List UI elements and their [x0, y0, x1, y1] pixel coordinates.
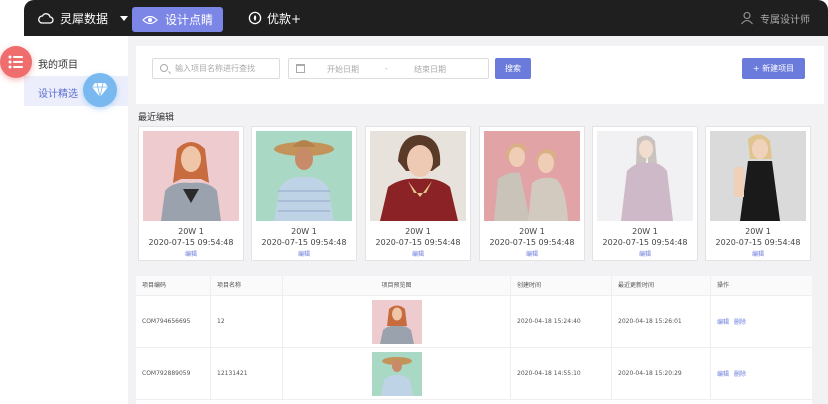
project-card[interactable]: 20W 1 2020-07-15 09:54:48 编辑 [592, 126, 698, 261]
search-toolbar: 输入项目名称进行查找 开始日期 - 结束日期 搜索 + 新建项目 [136, 46, 824, 104]
table-header: 项目预览图 [283, 276, 511, 296]
cell-actions: 编辑 删除 [711, 296, 812, 348]
project-thumbnail [484, 131, 580, 221]
project-card[interactable]: 20W 1 2020-07-15 09:54:48 编辑 [365, 126, 471, 261]
project-thumbnail [370, 131, 466, 221]
project-thumbnail [710, 131, 806, 221]
delete-link[interactable]: 删除 [734, 317, 746, 326]
tab-youkuan[interactable]: 优款+ [248, 0, 301, 36]
search-icon [160, 64, 168, 72]
edit-link[interactable]: 编辑 [717, 369, 729, 378]
table-header: 项目名称 [211, 276, 283, 296]
table-header: 创建时间 [511, 276, 612, 296]
sidebar-item-label: 设计精选 [38, 89, 78, 100]
preview-thumbnail[interactable] [371, 299, 422, 344]
chevron-down-icon [120, 15, 129, 21]
eye-icon [142, 15, 158, 24]
sidebar-item-my-projects[interactable]: 我的项目 [38, 56, 78, 71]
brand-label: 灵犀数据 [60, 11, 109, 26]
diamond-icon [92, 82, 108, 98]
start-date-field[interactable]: 开始日期 [327, 64, 359, 75]
card-edit-link[interactable]: 编辑 [366, 249, 470, 258]
card-date: 2020-07-15 09:54:48 [489, 238, 575, 247]
delete-link[interactable]: 删除 [734, 369, 746, 378]
search-input[interactable]: 输入项目名称进行查找 [152, 58, 280, 79]
project-thumbnail [597, 131, 693, 221]
card-title: 20W 1 [632, 227, 658, 236]
date-range-picker[interactable]: 开始日期 - 结束日期 [288, 58, 489, 79]
project-card[interactable]: 20W 1 2020-07-15 09:54:48 编辑 [479, 126, 585, 261]
recent-cards: 20W 1 2020-07-15 09:54:48 编辑 20W 1 2020-… [138, 126, 828, 261]
card-date: 2020-07-15 09:54:48 [261, 238, 347, 247]
cell-preview [283, 296, 511, 348]
tab-design-highlight[interactable]: 设计点睛 [132, 7, 223, 32]
card-edit-link[interactable]: 编辑 [593, 249, 697, 258]
card-title: 20W 1 [519, 227, 545, 236]
cell-preview [283, 348, 511, 400]
user-menu[interactable]: 专属设计师 [740, 0, 810, 36]
cell-updated: 2020-04-18 15:20:29 [612, 348, 711, 400]
project-card[interactable]: 20W 1 2020-07-15 09:54:48 编辑 [251, 126, 357, 261]
card-date: 2020-07-15 09:54:48 [375, 238, 461, 247]
date-separator: - [385, 64, 388, 73]
flame-icon [248, 11, 262, 25]
user-icon [741, 11, 753, 25]
cell-project-code: COM792889059 [136, 348, 211, 400]
sidebar-item-label: 我的项目 [38, 60, 78, 71]
card-title: 20W 1 [178, 227, 204, 236]
card-edit-link[interactable]: 编辑 [139, 249, 243, 258]
card-date: 2020-07-15 09:54:48 [148, 238, 234, 247]
card-title: 20W 1 [745, 227, 771, 236]
recent-edits-title: 最近编辑 [138, 113, 175, 123]
project-card[interactable]: 20W 1 2020-07-15 09:54:48 编辑 [138, 126, 244, 261]
main-content: 输入项目名称进行查找 开始日期 - 结束日期 搜索 + 新建项目 最近编辑 20… [128, 36, 828, 404]
cell-project-name: 12 [211, 296, 283, 348]
cell-created: 2020-04-18 14:55:10 [511, 348, 612, 400]
card-title: 20W 1 [405, 227, 431, 236]
card-edit-link[interactable]: 编辑 [706, 249, 810, 258]
edit-link[interactable]: 编辑 [717, 317, 729, 326]
cell-created: 2020-04-18 15:24:40 [511, 296, 612, 348]
search-button[interactable]: 搜索 [495, 58, 531, 79]
end-date-field[interactable]: 结束日期 [414, 64, 446, 75]
preview-thumbnail[interactable] [371, 351, 422, 396]
table-header: 操作 [711, 276, 812, 296]
list-icon [8, 55, 23, 69]
floating-gem-button[interactable] [83, 73, 117, 107]
card-date: 2020-07-15 09:54:48 [602, 238, 688, 247]
floating-menu-button[interactable] [0, 46, 32, 78]
user-label: 专属设计师 [760, 14, 810, 26]
cell-updated: 2020-04-18 15:26:01 [612, 296, 711, 348]
card-edit-link[interactable]: 编辑 [252, 249, 356, 258]
calendar-icon [296, 64, 305, 73]
project-table: 项目编码 项目名称 项目预览图 创建时间 最近更新时间 操作 COM794656… [136, 276, 812, 404]
card-date: 2020-07-15 09:54:48 [715, 238, 801, 247]
card-title: 20W 1 [291, 227, 317, 236]
tab-label: 设计点睛 [164, 13, 213, 27]
cell-project-code: COM794656695 [136, 296, 211, 348]
brand-switcher[interactable]: 灵犀数据 [38, 0, 129, 36]
tab-label: 优款+ [267, 11, 302, 26]
cell-project-name: 12131421 [211, 348, 283, 400]
table-header: 项目编码 [136, 276, 211, 296]
project-card[interactable]: 20W 1 2020-07-15 09:54:48 编辑 [705, 126, 811, 261]
top-navigation-bar: 灵犀数据 设计点睛 优款+ 专属设计师 [24, 0, 828, 36]
search-placeholder: 输入项目名称进行查找 [175, 64, 255, 73]
cell-actions: 编辑 删除 [711, 348, 812, 400]
project-thumbnail [143, 131, 239, 221]
project-thumbnail [256, 131, 352, 221]
table-header: 最近更新时间 [612, 276, 711, 296]
cloud-icon [38, 13, 54, 24]
new-project-button[interactable]: + 新建项目 [742, 58, 805, 79]
card-edit-link[interactable]: 编辑 [480, 249, 584, 258]
